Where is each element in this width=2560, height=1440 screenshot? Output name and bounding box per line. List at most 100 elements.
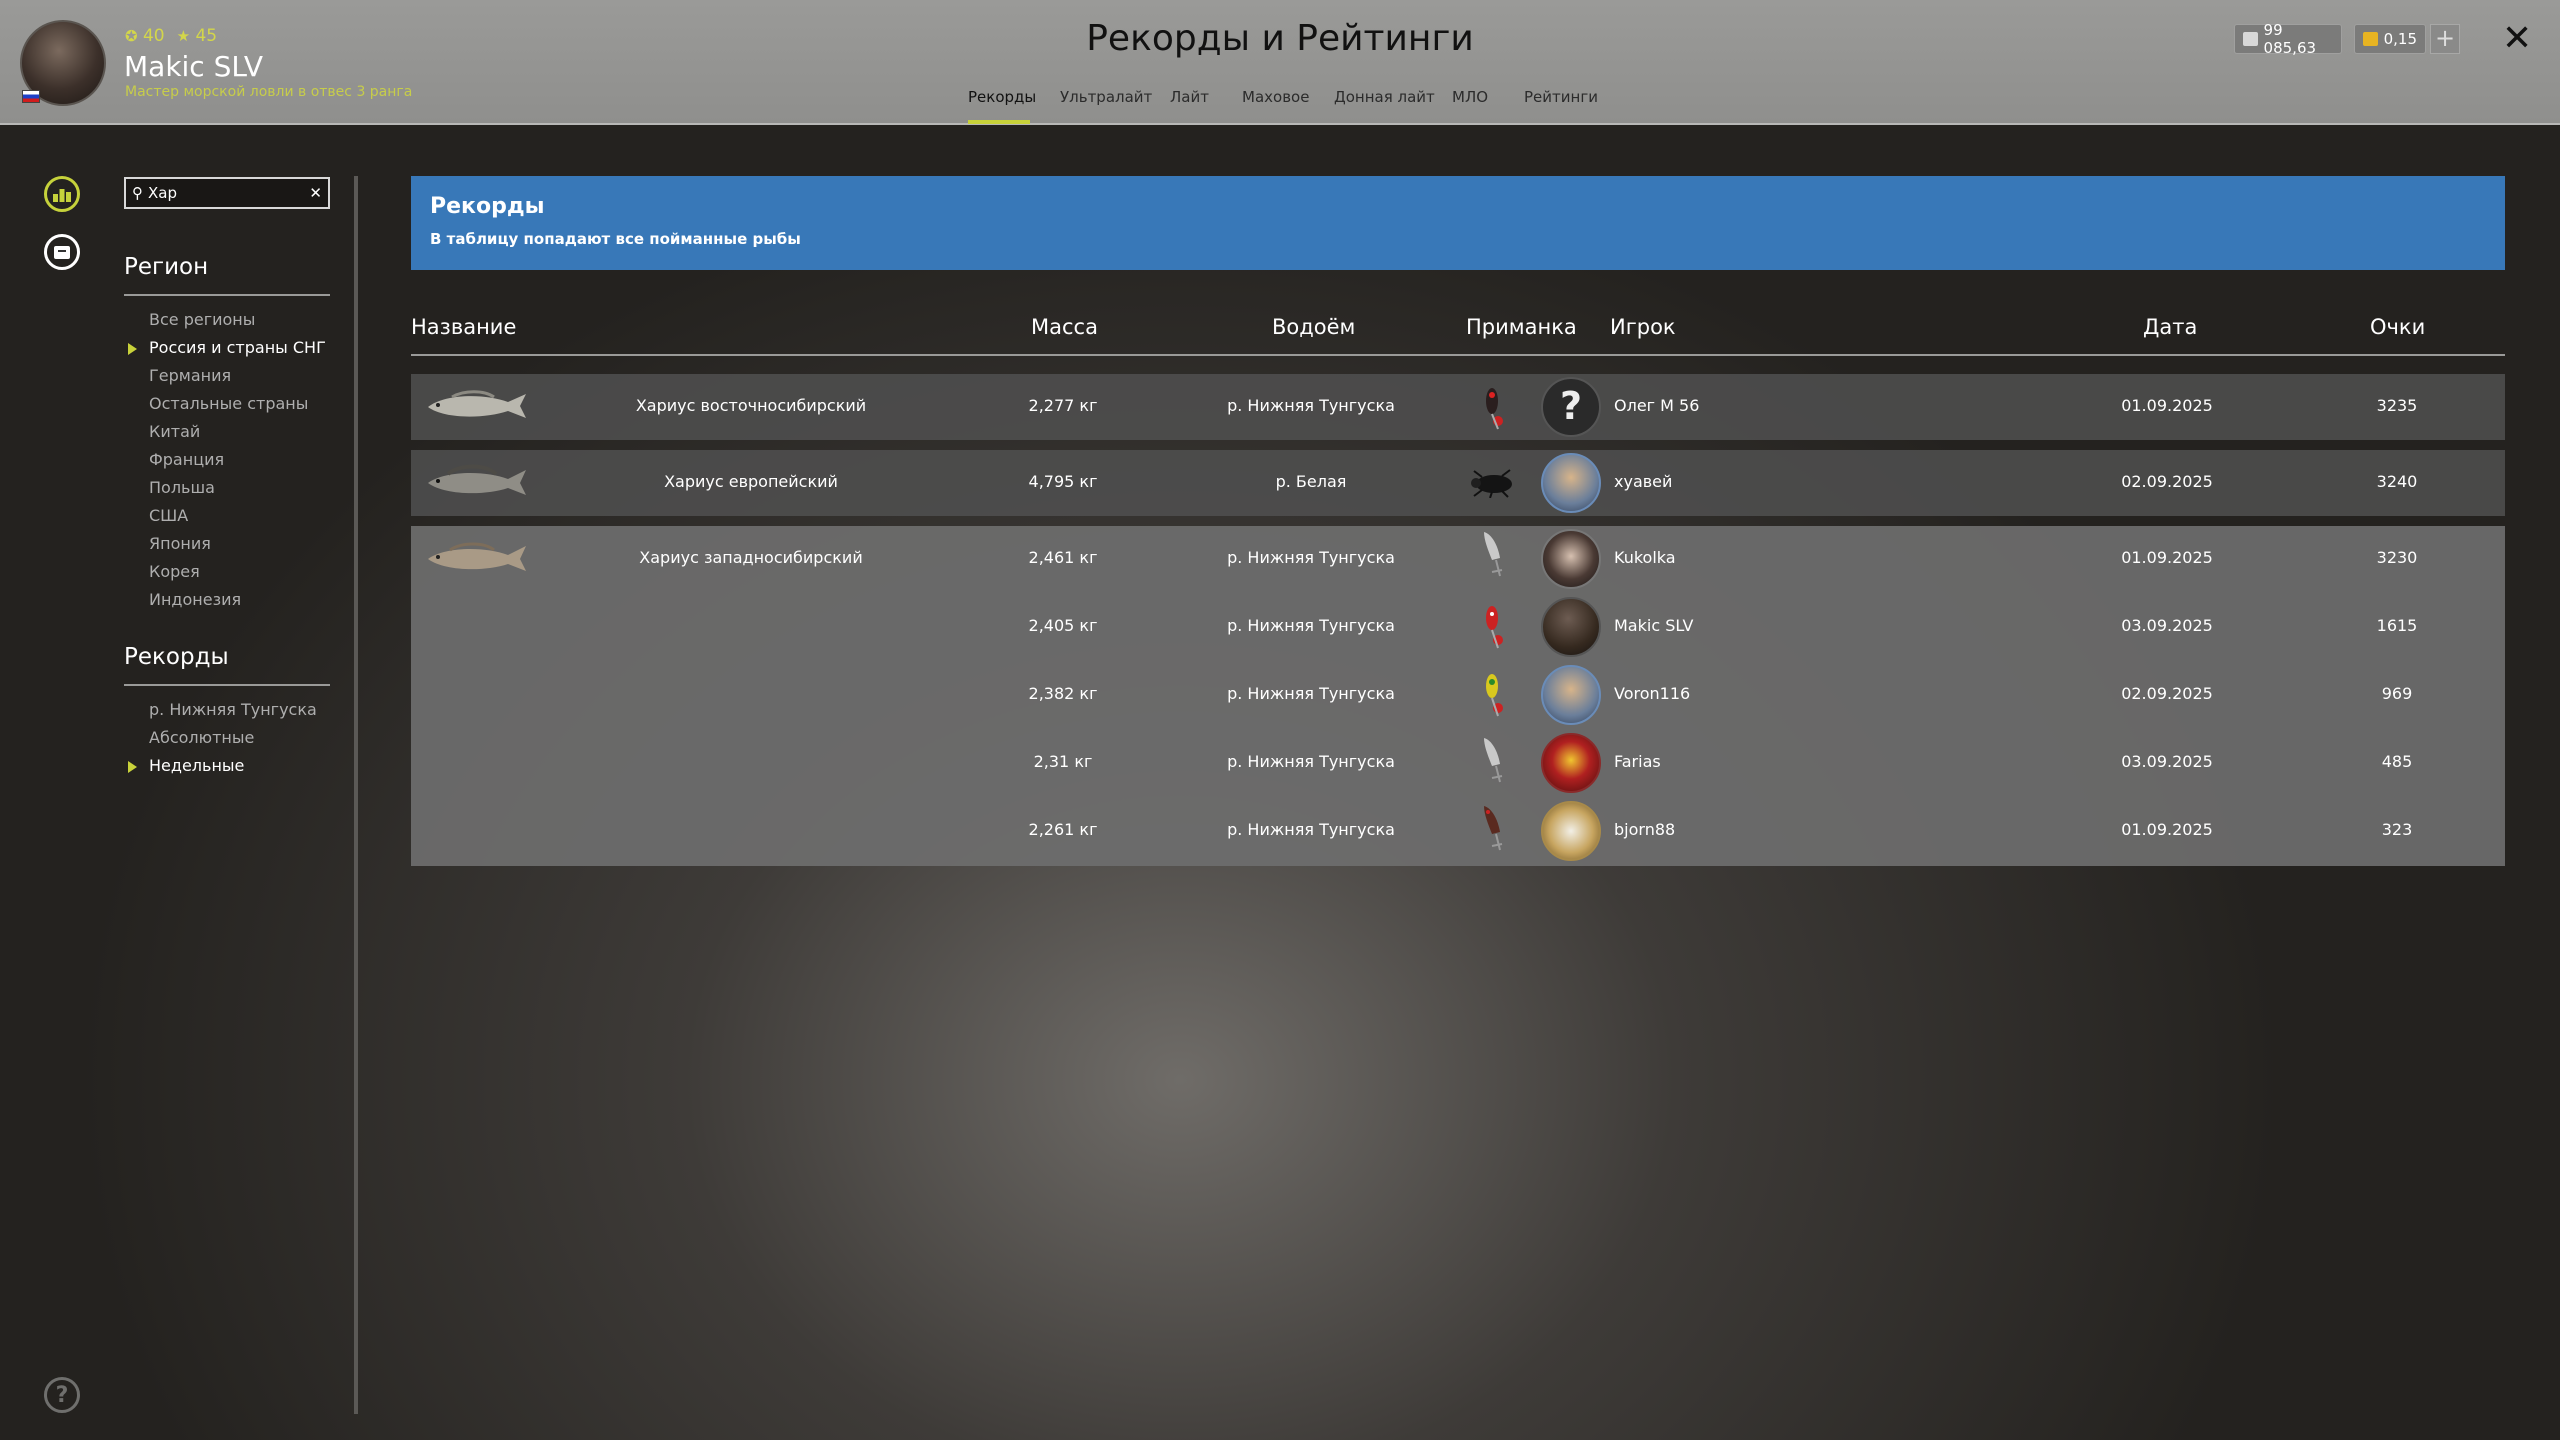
top-bar: ✪ 40 ★ 45 Makic SLV Мастер морской ловли…	[0, 0, 2560, 125]
wobbler-lure-icon[interactable]	[1478, 528, 1512, 580]
wobbler-lure-icon[interactable]	[1478, 802, 1512, 854]
col-header-player[interactable]: Игрок	[1610, 315, 1676, 339]
records-item[interactable]: Абсолютные	[149, 728, 254, 747]
tab-float[interactable]: Маховое	[1242, 88, 1309, 124]
search-icon: ⚲	[132, 184, 143, 202]
tab-bar: Рекорды Ультралайт Лайт Маховое Донная л…	[0, 88, 2560, 124]
player-name[interactable]: Олег М 56	[1614, 396, 1699, 415]
close-icon[interactable]: ✕	[2502, 18, 2532, 59]
region-item[interactable]: Япония	[149, 534, 211, 553]
search-input[interactable]: ⚲ Хар ✕	[124, 177, 330, 209]
records-title: Рекорды	[124, 644, 229, 670]
tab-ratings[interactable]: Рейтинги	[1524, 88, 1598, 124]
region-item[interactable]: Польша	[149, 478, 215, 497]
player-avatar[interactable]	[1541, 801, 1601, 861]
points: 3240	[2376, 472, 2418, 491]
col-header-name[interactable]: Название	[411, 315, 516, 339]
page-title: Рекорды и Рейтинги	[1086, 18, 1474, 59]
region-item[interactable]: Остальные страны	[149, 394, 308, 413]
tab-mlo[interactable]: МЛО	[1452, 88, 1488, 124]
col-header-water[interactable]: Водоём	[1272, 315, 1355, 339]
fish-mass: 2,277 кг	[1028, 396, 1098, 415]
clear-search-icon[interactable]: ✕	[309, 184, 322, 202]
header-divider	[411, 354, 2505, 356]
region-item[interactable]: Китай	[149, 422, 200, 441]
divider	[124, 294, 330, 296]
fish-name: Хариус европейский	[664, 472, 838, 491]
player-avatar[interactable]: ?	[1541, 377, 1601, 437]
col-header-lure[interactable]: Приманка	[1466, 315, 1577, 339]
search-value[interactable]: Хар	[148, 184, 304, 202]
panel-divider	[354, 176, 358, 1414]
gold-balance: 0,15	[2354, 24, 2426, 54]
points: 1615	[2376, 616, 2418, 635]
region-item[interactable]: США	[149, 506, 188, 525]
fish-mass: 2,261 кг	[1028, 820, 1098, 839]
wobbler-lure-icon[interactable]	[1478, 734, 1512, 786]
player-name[interactable]: Voron116	[1614, 684, 1690, 703]
records-item[interactable]: р. Нижняя Тунгуска	[149, 700, 317, 719]
region-item[interactable]: Россия и страны СНГ	[149, 338, 326, 357]
player-avatar[interactable]	[1541, 453, 1601, 513]
player-name[interactable]: Kukolka	[1614, 548, 1676, 567]
catch-date: 01.09.2025	[2121, 820, 2213, 839]
catch-date: 01.09.2025	[2121, 548, 2213, 567]
fish-image	[428, 390, 526, 418]
archive-icon[interactable]	[44, 234, 80, 270]
banner-subtitle: В таблицу попадают все пойманные рыбы	[430, 230, 801, 248]
spoon-lure-icon[interactable]	[1478, 381, 1512, 433]
water-body: р. Нижняя Тунгуска	[1227, 616, 1395, 635]
tab-bottom-light[interactable]: Донная лайт	[1334, 88, 1435, 124]
region-title: Регион	[124, 254, 209, 280]
region-item[interactable]: Франция	[149, 450, 224, 469]
leaderboard-icon[interactable]	[44, 176, 80, 212]
points: 3235	[2376, 396, 2418, 415]
fish-image	[428, 542, 526, 571]
catch-date: 03.09.2025	[2121, 752, 2213, 771]
region-item[interactable]: Корея	[149, 562, 200, 581]
player-avatar[interactable]	[1541, 733, 1601, 793]
catch-date: 02.09.2025	[2121, 684, 2213, 703]
player-name[interactable]: bjorn88	[1614, 820, 1675, 839]
points: 323	[2381, 820, 2413, 839]
water-body: р. Нижняя Тунгуска	[1227, 752, 1395, 771]
player-avatar[interactable]	[1541, 529, 1601, 589]
col-header-date[interactable]: Дата	[2143, 315, 2197, 339]
player-avatar[interactable]	[1541, 597, 1601, 657]
water-body: р. Нижняя Тунгуска	[1227, 820, 1395, 839]
tab-light[interactable]: Лайт	[1170, 88, 1209, 124]
fish-mass: 2,405 кг	[1028, 616, 1098, 635]
gold-icon	[2363, 32, 2378, 46]
add-gold-button[interactable]: +	[2430, 24, 2460, 54]
beetle-lure-icon[interactable]	[1466, 468, 1522, 498]
col-header-mass[interactable]: Масса	[1031, 315, 1098, 339]
catch-date: 01.09.2025	[2121, 396, 2213, 415]
fish-mass: 2,31 кг	[1033, 752, 1093, 771]
region-item[interactable]: Германия	[149, 366, 231, 385]
water-body: р. Белая	[1275, 472, 1347, 491]
banner-title: Рекорды	[430, 194, 545, 219]
money-balance: 99 085,63	[2234, 21, 2342, 57]
help-icon[interactable]: ?	[44, 1377, 80, 1413]
fish-name: Хариус восточносибирский	[635, 396, 867, 415]
catch-date: 03.09.2025	[2121, 616, 2213, 635]
tab-records[interactable]: Рекорды	[968, 88, 1036, 124]
records-item[interactable]: Недельные	[149, 756, 244, 775]
points: 485	[2381, 752, 2413, 771]
player-name[interactable]: Makic SLV	[1614, 616, 1693, 635]
divider	[124, 684, 330, 686]
fish-mass: 4,795 кг	[1028, 472, 1098, 491]
catch-date: 02.09.2025	[2121, 472, 2213, 491]
col-header-points[interactable]: Очки	[2370, 315, 2425, 339]
player-name[interactable]: хуавей	[1614, 472, 1672, 491]
selected-arrow-icon	[128, 761, 137, 773]
fish-mass: 2,382 кг	[1028, 684, 1098, 703]
spoon-lure-icon[interactable]	[1478, 600, 1512, 652]
spoon-lure-icon[interactable]	[1478, 668, 1512, 720]
water-body: р. Нижняя Тунгуска	[1227, 548, 1395, 567]
player-name[interactable]: Farias	[1614, 752, 1661, 771]
region-item[interactable]: Все регионы	[149, 310, 255, 329]
region-item[interactable]: Индонезия	[149, 590, 241, 609]
tab-ultralight[interactable]: Ультралайт	[1060, 88, 1152, 124]
player-avatar[interactable]	[1541, 665, 1601, 725]
